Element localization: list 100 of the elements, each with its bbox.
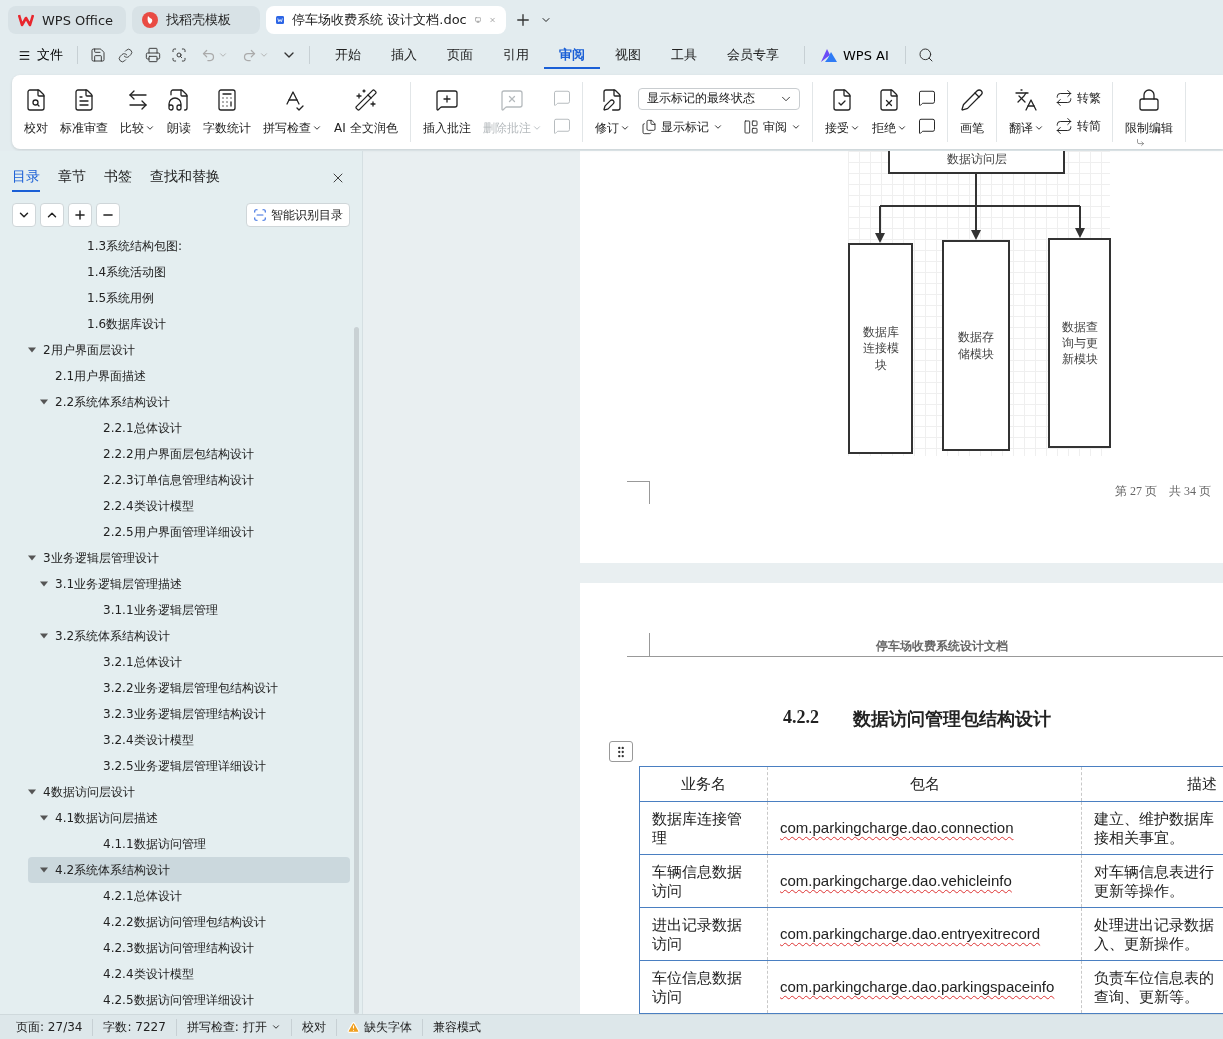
outline-item[interactable]: 3.1.1业务逻辑层管理 <box>28 597 350 623</box>
ribbon-button[interactable]: 显示标记 <box>637 117 726 137</box>
ribbon-button[interactable]: 比较 <box>116 85 159 139</box>
outline-item[interactable]: 4数据访问层设计 <box>28 779 350 805</box>
outline-item[interactable]: 3.2.3业务逻辑层管理结构设计 <box>28 701 350 727</box>
outline-item[interactable]: 4.1.1数据访问管理 <box>28 831 350 857</box>
outline-item[interactable]: 2.2.2用户界面层包结构设计 <box>28 441 350 467</box>
ribbon-tab[interactable]: 页面 <box>432 41 488 69</box>
ribbon-button[interactable]: 校对 <box>20 85 52 139</box>
outline-item[interactable]: 2.2.5用户界面管理详细设计 <box>28 519 350 545</box>
outline-item[interactable]: 3.2.5业务逻辑层管理详细设计 <box>28 753 350 779</box>
ribbon-button[interactable]: 插入批注 <box>418 85 475 139</box>
outline-item[interactable]: 4.2.4类设计模型 <box>28 961 350 987</box>
outline-item[interactable]: 1.4系统活动图 <box>28 259 350 285</box>
new-tab-icon[interactable] <box>514 11 532 29</box>
page-number: 共 34 页 <box>1169 483 1211 500</box>
heading-title: 数据访问管理包结构设计 <box>853 708 1051 731</box>
panel-tab[interactable]: 书签 <box>104 164 132 192</box>
app-tab[interactable]: 停车场收费系统 设计文档.doc <box>266 6 506 34</box>
ribbon-tab[interactable]: 审阅 <box>544 41 600 69</box>
comment-icon <box>917 89 936 107</box>
ribbon-tab[interactable]: 开始 <box>320 41 376 69</box>
ribbon-button[interactable]: 接受 <box>820 85 864 139</box>
outline-item[interactable]: 2.2系统体系结构设计 <box>28 389 350 415</box>
ribbon-button[interactable]: 审阅 <box>739 117 804 137</box>
expand-arrow-icon[interactable] <box>28 788 36 796</box>
outline-item[interactable]: 4.2.2数据访问管理包结构设计 <box>28 909 350 935</box>
outline-item[interactable]: 4.2.3数据访问管理结构设计 <box>28 935 350 961</box>
spell-check-status[interactable]: 拼写检查: 打开 <box>176 1018 292 1036</box>
expand-arrow-icon[interactable] <box>28 554 36 562</box>
outline-item[interactable]: 4.2.1总体设计 <box>28 883 350 909</box>
table-handle[interactable] <box>609 741 633 762</box>
panel-tab[interactable]: 目录 <box>12 164 40 192</box>
ribbon-tab[interactable]: 插入 <box>376 41 432 69</box>
diagram-box: 数据存储模块 <box>942 240 1010 451</box>
ribbon-button[interactable]: 拒绝 <box>867 85 911 139</box>
expand-arrow-icon[interactable] <box>40 814 48 822</box>
add-button[interactable] <box>68 203 92 227</box>
expand-arrow-icon[interactable] <box>28 346 36 354</box>
ribbon-button[interactable]: 限制编辑 <box>1120 85 1177 139</box>
outline-item[interactable]: 3.2.4类设计模型 <box>28 727 350 753</box>
table-cell: com.parkingcharge.dao.vehicleinfo <box>767 854 1082 908</box>
outline-item[interactable]: 3.2.2业务逻辑层管理包结构设计 <box>28 675 350 701</box>
launcher-icon[interactable] <box>1136 138 1145 147</box>
outline-item[interactable]: 2.2.1总体设计 <box>28 415 350 441</box>
outline-item[interactable]: 3业务逻辑层管理设计 <box>28 545 350 571</box>
ribbon-tab[interactable]: 引用 <box>488 41 544 69</box>
save-icon[interactable] <box>90 47 106 63</box>
ai-button[interactable]: WPS AI <box>815 45 895 65</box>
expand-arrow-icon[interactable] <box>40 632 48 640</box>
outline-item[interactable]: 3.1业务逻辑层管理描述 <box>28 571 350 597</box>
outline-item[interactable]: 3.2.1总体设计 <box>28 649 350 675</box>
outline-item[interactable]: 4.2系统体系结构设计 <box>28 857 350 883</box>
outline-item[interactable]: 2.2.3订单信息管理结构设计 <box>28 467 350 493</box>
expand-button[interactable] <box>40 203 64 227</box>
logo-icon <box>18 13 34 27</box>
panel-tab[interactable]: 查找和替换 <box>150 164 220 192</box>
ribbon-tab[interactable]: 视图 <box>600 41 656 69</box>
outline-item[interactable]: 2.1用户界面描述 <box>28 363 350 389</box>
smart-toc-button[interactable]: 智能识别目录 <box>246 203 350 227</box>
logo-icon <box>142 12 158 28</box>
outline-item[interactable]: 2.2.4类设计模型 <box>28 493 350 519</box>
remove-button[interactable] <box>96 203 120 227</box>
file-menu[interactable]: 文件 <box>14 44 67 66</box>
markup-select[interactable]: 显示标记的最终状态 <box>637 87 800 110</box>
ribbon-tab[interactable]: 会员专享 <box>712 41 794 69</box>
missing-fonts-status[interactable]: 缺失字体 <box>336 1018 423 1036</box>
print-icon[interactable] <box>145 47 161 63</box>
outline-item[interactable]: 1.3系统结构包图: <box>28 233 350 259</box>
ribbon-button[interactable]: 翻译 <box>1004 85 1048 139</box>
outline-item[interactable]: 4.2.5数据访问管理详细设计 <box>28 987 350 1013</box>
expand-arrow-icon[interactable] <box>40 866 48 874</box>
outline-item[interactable]: 4.1数据访问层描述 <box>28 805 350 831</box>
ribbon-button[interactable]: 转简 <box>1051 116 1104 136</box>
outline-item[interactable]: 3.2系统体系结构设计 <box>28 623 350 649</box>
page-number: 第 27 页 <box>1115 483 1157 500</box>
outline-item[interactable]: 1.5系统用例 <box>28 285 350 311</box>
expand-arrow-icon[interactable] <box>40 398 48 406</box>
ribbon-button[interactable]: 画笔 <box>955 85 988 139</box>
table-cell: com.parkingcharge.dao.connection <box>767 801 1082 855</box>
outline-item[interactable]: 2用户界面层设计 <box>28 337 350 363</box>
expand-arrow-icon[interactable] <box>40 580 48 588</box>
app-tab[interactable]: 找稻壳模板 <box>132 6 260 34</box>
ribbon-button[interactable]: 标准审查 <box>56 85 112 139</box>
outline-item[interactable]: 1.6数据库设计 <box>28 311 350 337</box>
print-preview-icon[interactable] <box>171 47 187 63</box>
ribbon-tab[interactable]: 工具 <box>656 41 712 69</box>
column-header: 描述 <box>1081 766 1223 802</box>
ribbon-button[interactable]: AI 全文润色 <box>330 85 402 139</box>
ribbon-button[interactable]: 拼写检查 <box>259 85 326 139</box>
collapse-button[interactable] <box>12 203 36 227</box>
app-tab[interactable]: WPS Office <box>8 6 126 34</box>
ribbon-button[interactable]: 转繁 <box>1051 88 1104 108</box>
panel-tab[interactable]: 章节 <box>58 164 86 192</box>
ribbon-button[interactable]: 朗读 <box>163 85 195 139</box>
search-icon[interactable] <box>917 47 934 63</box>
scrollbar[interactable] <box>354 327 359 1014</box>
ribbon-button[interactable]: 修订 <box>590 85 634 139</box>
ribbon-button[interactable]: 字数统计 <box>199 85 255 139</box>
link-icon[interactable] <box>118 47 133 63</box>
